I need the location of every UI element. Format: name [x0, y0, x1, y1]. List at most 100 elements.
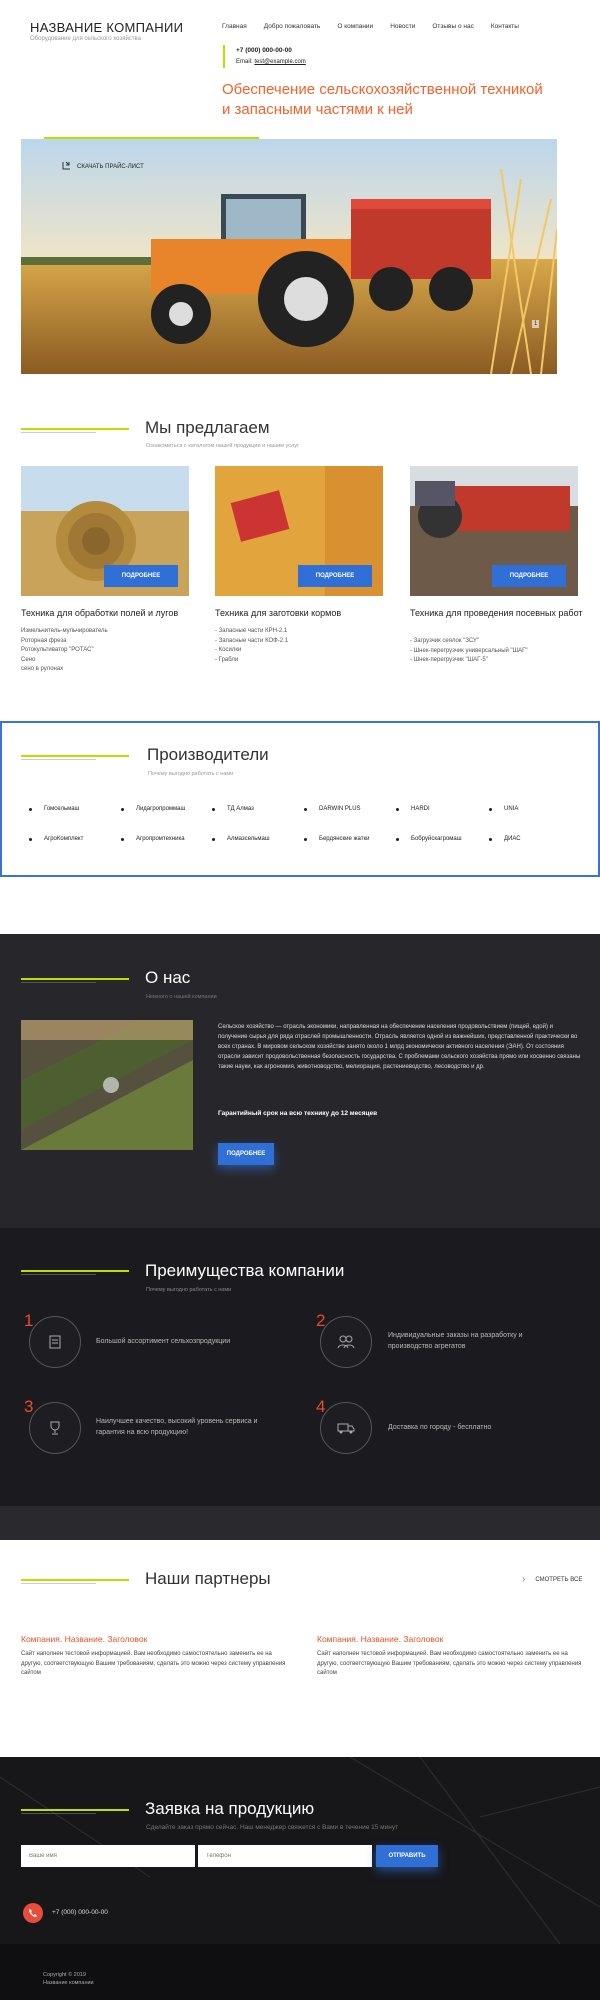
nav-contacts[interactable]: Контакты	[491, 23, 519, 30]
list-item: - Шнек-перегрузчик "ШАГ-5"	[410, 657, 488, 663]
bullet-icon	[304, 807, 307, 811]
request-phone[interactable]: +7 (000) 000-00-00	[52, 1909, 108, 1916]
partner-text: Сайт наполнен тестовой информацией. Вам …	[317, 1651, 582, 1676]
section-accent-line	[21, 428, 129, 430]
bullet-icon	[29, 807, 32, 811]
producer-item[interactable]: Лидагропроммаш	[121, 806, 185, 812]
partner-title[interactable]: Компания. Название. Заголовок	[317, 1634, 443, 1644]
footer	[0, 1944, 600, 2000]
partner-title[interactable]: Компания. Название. Заголовок	[21, 1634, 147, 1644]
download-price-link[interactable]: СКАЧАТЬ ПРАЙС-ЛИСТ	[62, 161, 144, 172]
hero-image	[21, 139, 557, 374]
header-email[interactable]: test@example.com	[254, 59, 305, 65]
section-accent-line	[21, 1809, 129, 1811]
submit-button[interactable]: ОТПРАВИТЬ	[376, 1845, 438, 1867]
list-item: Роторная фреза	[21, 637, 67, 644]
advantage-text: Большой ассортимент сельхозпродукции	[96, 1338, 231, 1345]
section-accent-line	[21, 1270, 129, 1272]
company-name[interactable]: НАЗВАНИЕ КОМПАНИИ	[30, 20, 183, 35]
bullet-icon	[121, 837, 124, 841]
advantage-text: Индивидуальные заказы на разработку и пр…	[388, 1332, 523, 1350]
advantages-title: Преимущества компании	[145, 1261, 345, 1280]
producer-item[interactable]: DARWIN PLUS	[304, 806, 361, 812]
view-all-label: СМОТРЕТЬ ВСЕ	[535, 1576, 583, 1583]
producer-label: Бердянские жатки	[319, 836, 370, 842]
card-title[interactable]: Техника для заготовки кормов	[215, 608, 390, 619]
card-list: Измельчитель-мульчирователь Роторная фре…	[21, 627, 108, 675]
producer-item[interactable]: HARDI	[396, 806, 430, 812]
header-contacts: +7 (000) 000-00-00 Email: test@example.c…	[223, 45, 306, 68]
producer-item[interactable]: АгроКомплект	[29, 836, 83, 842]
nav-home[interactable]: Главная	[222, 23, 247, 30]
list-item: - Загрузчик сеялок "ЗСУ"	[410, 638, 479, 644]
about-text: Сельское хозяйство — отрасль экономики, …	[218, 1024, 581, 1070]
bullet-icon	[121, 807, 124, 811]
nav-reviews[interactable]: Отзывы о нас	[432, 23, 474, 30]
producer-item[interactable]: Алмазсельмаш	[212, 836, 270, 842]
people-icon	[320, 1316, 372, 1368]
about-title: О нас	[145, 968, 191, 987]
slide-indicator[interactable]: 1	[532, 320, 540, 328]
offer-subtitle: Ознакомиться с каталогом нашей продукции…	[146, 443, 299, 449]
card-details-button[interactable]: ПОДРОБНЕЕ	[298, 565, 372, 587]
producer-item[interactable]: Бердянские жатки	[304, 836, 369, 842]
copyright: Copyright © 2019	[43, 1972, 86, 1978]
view-all-link[interactable]: › СМОТРЕТЬ ВСЕ	[522, 1574, 582, 1585]
producer-label: ДИАС	[504, 836, 521, 842]
section-line	[21, 759, 96, 760]
producer-item[interactable]: ТД Алмаз	[212, 806, 254, 812]
nav-about[interactable]: О компании	[337, 23, 373, 30]
section-line	[21, 1583, 96, 1584]
main-nav: Главная Добро пожаловать О компании Ново…	[222, 23, 519, 30]
producer-item[interactable]: Бобруйскагромаш	[396, 836, 462, 842]
list-item: Сено	[21, 656, 36, 663]
download-price-label: СКАЧАТЬ ПРАЙС-ЛИСТ	[77, 163, 144, 170]
list-item: Ротокультиватор "РОТАС"	[21, 647, 94, 653]
producer-label: Гомсельмаш	[44, 806, 80, 812]
producers-title: Производители	[147, 745, 269, 764]
guarantee-text: Гарантийный срок на всю технику до 12 ме…	[218, 1110, 378, 1117]
card-list: - Загрузчик сеялок "ЗСУ" - Шнек-перегруз…	[410, 637, 528, 666]
advantages-subtitle: Почему выгодно работать с нами	[146, 1287, 232, 1293]
nav-news[interactable]: Новости	[390, 23, 415, 30]
section-accent-line	[21, 755, 129, 757]
producer-item[interactable]: ДИАС	[489, 836, 521, 842]
producers-section	[0, 721, 600, 877]
advantage-text: Наилучшее качество, высокий уровень серв…	[96, 1418, 258, 1436]
offer-title: Мы предлагаем	[145, 418, 270, 437]
producer-label: Бобруйскагромаш	[411, 836, 462, 842]
bullet-icon	[29, 837, 32, 841]
section-line	[21, 432, 96, 433]
trophy-icon	[29, 1402, 81, 1454]
section-line	[21, 1813, 96, 1814]
producer-item[interactable]: Агропромтехника	[121, 836, 185, 842]
phone-icon[interactable]	[23, 1903, 43, 1923]
producer-item[interactable]: UNIA	[489, 806, 518, 812]
card-title[interactable]: Техника для проведения посевных работ	[410, 608, 585, 619]
tractor-illustration	[21, 139, 557, 374]
producer-label: АгроКомплект	[44, 836, 84, 842]
advantage-text: Доставка по городу - бесплатно	[388, 1424, 492, 1431]
producer-label: Агропромтехника	[136, 836, 185, 842]
about-image	[21, 1020, 193, 1150]
about-details-button[interactable]: ПОДРОБНЕЕ	[218, 1143, 274, 1165]
phone-input[interactable]	[198, 1845, 372, 1867]
list-item: - Запасные части КОФ-2.1	[215, 637, 289, 644]
chevron-right-icon: ›	[522, 1574, 526, 1585]
bullet-icon	[489, 837, 492, 841]
card-details-button[interactable]: ПОДРОБНЕЕ	[104, 565, 178, 587]
name-input[interactable]	[21, 1845, 195, 1867]
section-line	[21, 1274, 96, 1275]
card-title[interactable]: Техника для обработки полей и лугов	[21, 608, 196, 619]
partner-text: Сайт наполнен тестовой информацией. Вам …	[21, 1651, 286, 1676]
producer-label: Алмазсельмаш	[227, 836, 270, 842]
section-line	[21, 982, 96, 983]
nav-welcome[interactable]: Добро пожаловать	[264, 23, 321, 30]
email-label: Email:	[236, 59, 253, 65]
request-title: Заявка на продукцию	[145, 1799, 315, 1818]
bullet-icon	[212, 807, 215, 811]
card-details-button[interactable]: ПОДРОБНЕЕ	[492, 565, 566, 587]
header-phone[interactable]: +7 (000) 000-00-00	[236, 47, 292, 54]
list-item: - Грабли	[215, 656, 239, 663]
producer-item[interactable]: Гомсельмаш	[29, 806, 79, 812]
